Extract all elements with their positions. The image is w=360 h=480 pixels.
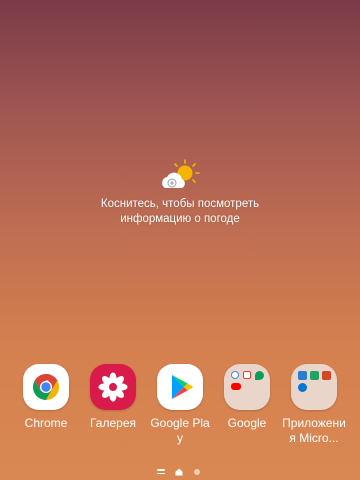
page-dot — [194, 469, 200, 475]
app-google-play[interactable]: Google Play — [148, 364, 212, 446]
app-chrome[interactable]: Chrome — [14, 364, 78, 431]
app-label-microsoft-folder: Приложения Micro... — [282, 416, 346, 445]
menu-lines-icon — [157, 469, 165, 476]
home-icon — [175, 468, 183, 476]
google-folder-icon — [224, 364, 270, 410]
weather-prompt-line1: Коснитесь, чтобы посмотреть — [100, 198, 260, 210]
gallery-flower-icon — [90, 364, 136, 410]
weather-prompt-line2: информацию о погоде — [120, 213, 240, 225]
app-label-google-play: Google Play — [150, 416, 210, 445]
play-store-icon — [157, 364, 203, 410]
page-indicator[interactable] — [0, 468, 360, 476]
folder-google[interactable]: Google — [215, 364, 279, 431]
app-label-chrome: Chrome — [24, 416, 68, 430]
folder-microsoft[interactable]: Приложения Micro... — [282, 364, 346, 446]
app-gallery[interactable]: Галерея — [81, 364, 145, 431]
app-row: Chrome Галерея Google Play Google Прилож… — [0, 364, 360, 454]
app-label-google-folder: Google — [227, 416, 267, 430]
weather-widget[interactable]: Коснитесь, чтобы посмотреть информацию о… — [0, 158, 360, 227]
chrome-icon — [23, 364, 69, 410]
weather-prompt: Коснитесь, чтобы посмотреть информацию о… — [0, 197, 360, 227]
partly-sunny-add-icon — [162, 159, 200, 188]
app-label-gallery: Галерея — [89, 416, 137, 430]
microsoft-folder-icon — [291, 364, 337, 410]
